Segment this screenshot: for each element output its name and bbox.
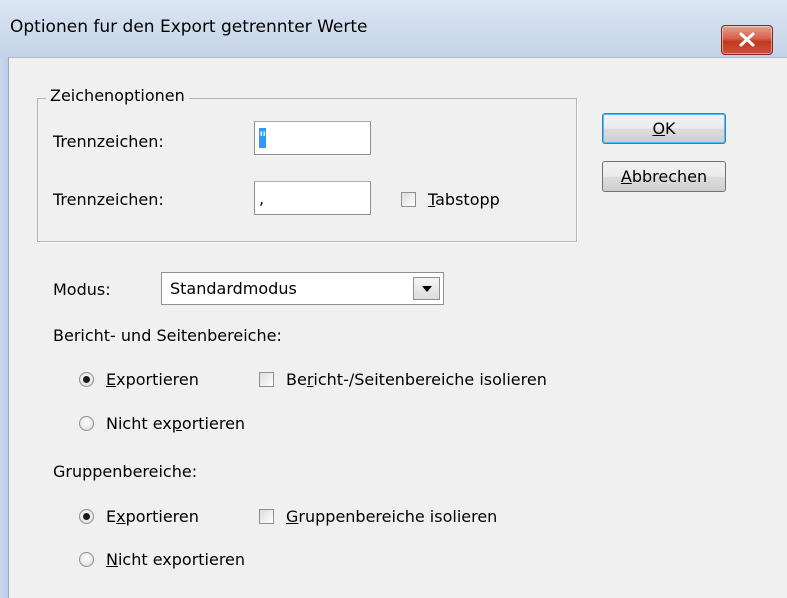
separator-value-1: "	[259, 128, 267, 148]
mode-select-value: Standardmodus	[170, 279, 297, 298]
group-export-radio[interactable]	[79, 509, 94, 524]
group-export-label[interactable]: Exportieren	[106, 507, 199, 526]
mode-dropdown-button[interactable]	[413, 277, 440, 300]
close-button[interactable]	[721, 25, 773, 55]
separator-label-2: Trennzeichen:	[53, 190, 164, 209]
group-isolate-checkbox[interactable]	[259, 509, 274, 524]
group-areas-heading: Gruppenbereiche:	[53, 462, 198, 481]
mode-label: Modus:	[53, 280, 111, 299]
dialog-client-area: Zeichenoptionen Trennzeichen: " Trennzei…	[9, 58, 787, 598]
separator-label-1: Trennzeichen:	[53, 132, 164, 151]
report-isolate-checkbox[interactable]	[259, 372, 274, 387]
group-no-export-radio[interactable]	[79, 552, 94, 567]
window-frame-left	[0, 57, 9, 598]
mode-select[interactable]: Standardmodus	[161, 272, 444, 305]
cancel-button[interactable]: Abbrechen	[602, 161, 726, 192]
ok-button[interactable]: OK	[602, 113, 726, 144]
separator-input-2[interactable]: ,	[254, 181, 371, 215]
group-isolate-label[interactable]: Gruppenbereiche isolieren	[286, 507, 497, 526]
report-export-label[interactable]: Exportieren	[106, 370, 199, 389]
report-no-export-label[interactable]: Nicht exportieren	[106, 414, 245, 433]
character-options-legend: Zeichenoptionen	[46, 86, 189, 105]
report-areas-heading: Bericht- und Seitenbereiche:	[53, 326, 282, 345]
tabstop-label[interactable]: Tabstopp	[428, 190, 500, 209]
report-no-export-radio[interactable]	[79, 416, 94, 431]
report-export-radio[interactable]	[79, 372, 94, 387]
group-no-export-label[interactable]: Nicht exportieren	[106, 550, 245, 569]
title-bar: Optionen fur den Export getrennter Werte	[0, 0, 787, 58]
tabstop-checkbox[interactable]	[401, 192, 416, 207]
report-isolate-label[interactable]: Bericht-/Seitenbereiche isolieren	[286, 370, 547, 389]
separator-value-2: ,	[259, 189, 265, 208]
character-options-group	[37, 98, 577, 242]
window-title: Optionen fur den Export getrennter Werte	[10, 17, 368, 37]
separator-input-1[interactable]: "	[254, 121, 371, 155]
export-options-dialog: Optionen fur den Export getrennter Werte…	[0, 0, 787, 598]
chevron-down-icon	[422, 286, 432, 292]
radio-selected-dot	[83, 376, 90, 383]
radio-selected-dot	[83, 513, 90, 520]
close-icon	[739, 32, 755, 47]
